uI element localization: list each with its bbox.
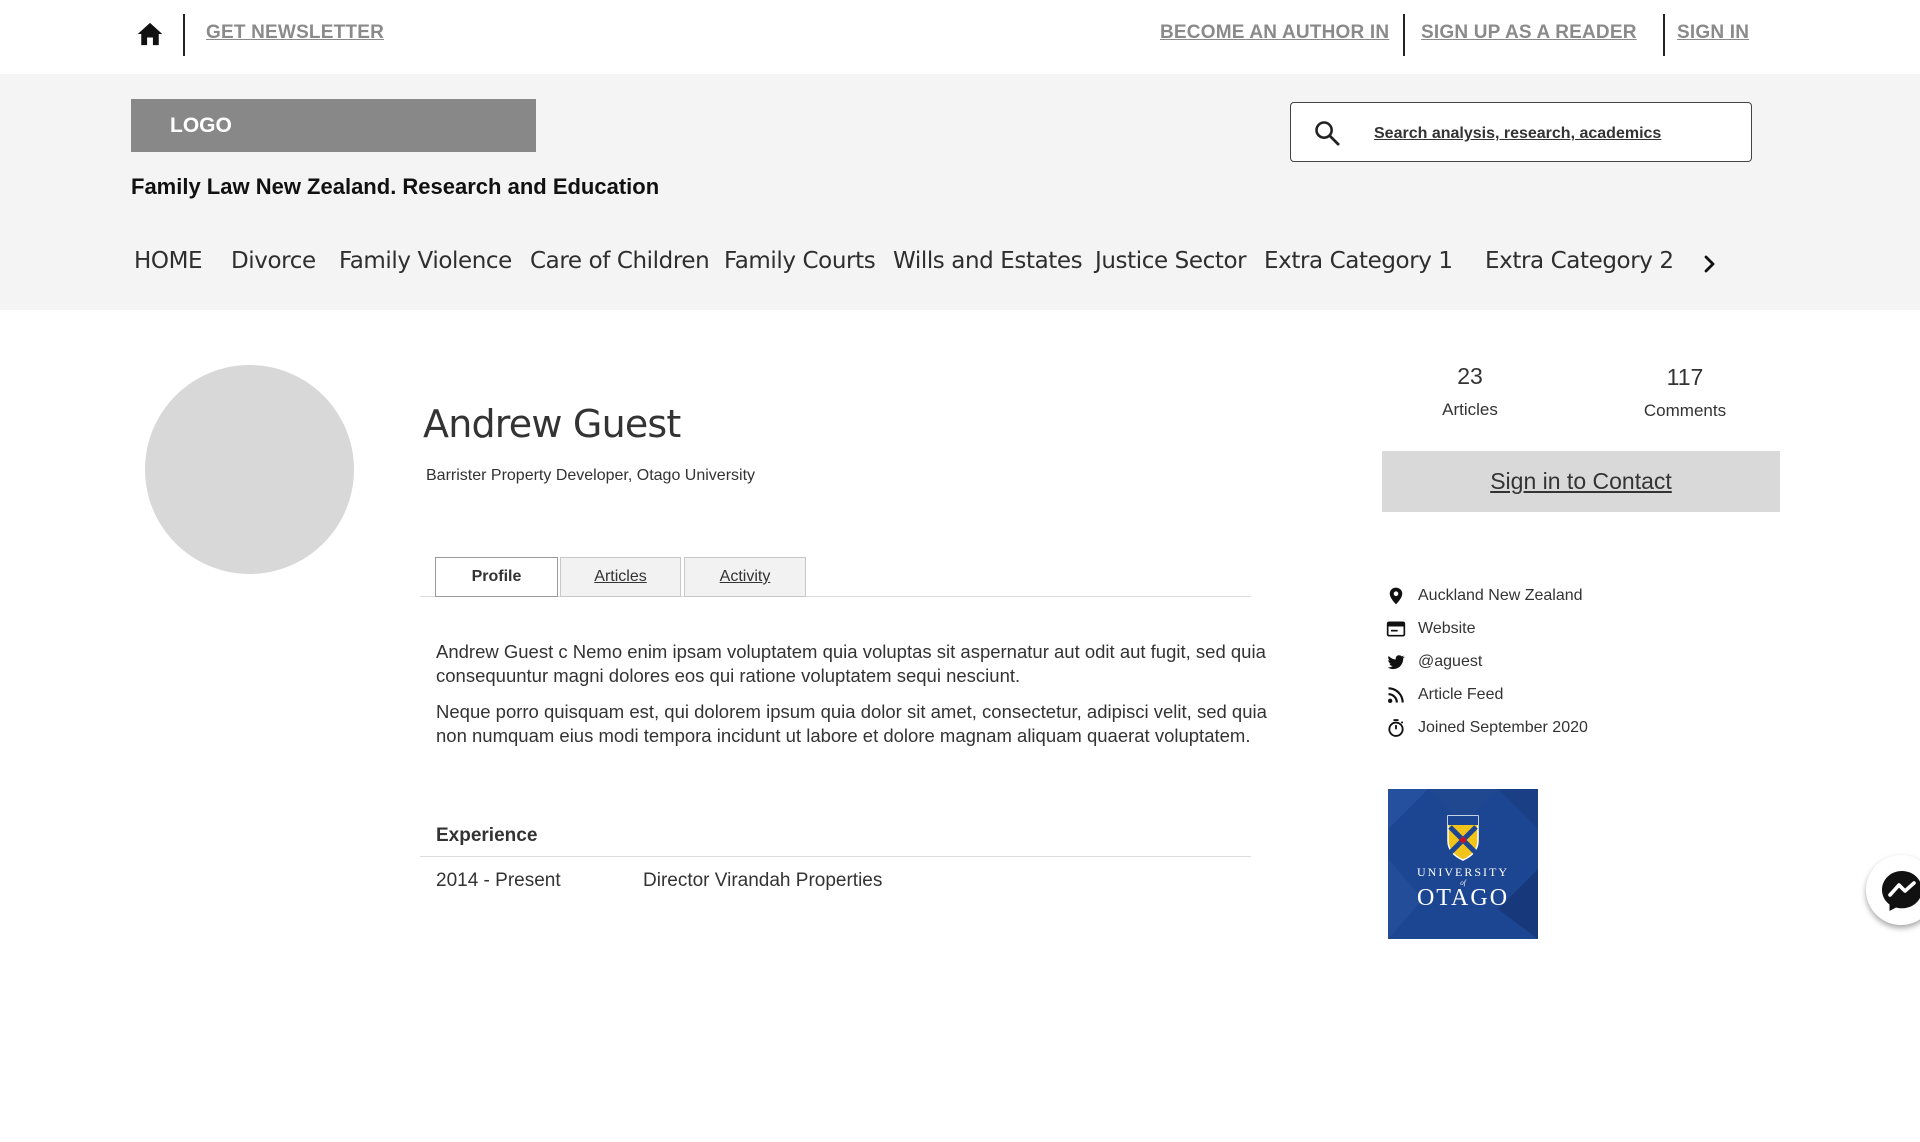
meta-feed-text[interactable]: Article Feed (1418, 686, 1503, 704)
search-icon[interactable] (1313, 119, 1341, 147)
site-logo[interactable]: LOGO (131, 99, 536, 152)
nav-item-extra-category-2[interactable]: Extra Category 2 (1485, 248, 1674, 274)
search-box[interactable]: Search analysis, research, academics (1290, 102, 1752, 162)
nav-item-family-violence[interactable]: Family Violence (339, 248, 512, 274)
nav-item-justice-sector[interactable]: Justice Sector (1095, 248, 1247, 274)
meta-twitter-text[interactable]: @aguest (1418, 653, 1482, 671)
meta-joined-text: Joined September 2020 (1418, 719, 1588, 736)
tab-articles[interactable]: Articles (560, 557, 681, 597)
profile-name: Andrew Guest (423, 402, 681, 446)
university-logo: UNIVERSITY of OTAGO (1388, 789, 1538, 939)
meta-location-text: Auckland New Zealand (1418, 587, 1583, 604)
tab-activity[interactable]: Activity (684, 557, 806, 597)
articles-stat[interactable]: 23 Articles (1390, 363, 1550, 420)
bio-paragraph: Neque porro quisquam est, qui dolorem ip… (436, 701, 1267, 746)
divider (1403, 14, 1405, 56)
nav-item-family-courts[interactable]: Family Courts (724, 248, 876, 274)
sign-in-to-contact-button[interactable]: Sign in to Contact (1382, 451, 1780, 512)
stopwatch-icon (1388, 719, 1404, 737)
sign-in-link[interactable]: SIGN IN (1677, 22, 1749, 44)
get-newsletter-link[interactable]: GET NEWSLETTER (206, 22, 384, 44)
comments-stat[interactable]: 117 Comments (1605, 364, 1765, 421)
articles-label: Articles (1442, 400, 1498, 419)
experience-role: Director Virandah Properties (643, 870, 883, 891)
profile-role: Barrister Property Developer, Otago Univ… (426, 467, 756, 484)
nav-item-care-of-children[interactable]: Care of Children (530, 248, 710, 274)
nav-item-divorce[interactable]: Divorce (231, 248, 316, 274)
comments-count: 117 (1666, 364, 1704, 390)
comments-label: Comments (1643, 401, 1727, 420)
experience-years: 2014 - Present (436, 870, 561, 891)
university-logo-line1: UNIVERSITY (1417, 865, 1509, 879)
bio-paragraph: Andrew Guest c Nemo enim ipsam voluptate… (436, 641, 1266, 686)
tab-profile[interactable]: Profile (435, 557, 558, 597)
nav-item-wills-and-estates[interactable]: Wills and Estates (893, 248, 1083, 274)
experience-heading: Experience (436, 825, 538, 846)
rss-icon (1388, 687, 1404, 703)
become-author-link[interactable]: BECOME AN AUTHOR IN (1160, 22, 1389, 44)
university-logo-line3: OTAGO (1416, 885, 1510, 911)
articles-count: 23 (1457, 363, 1483, 389)
browser-window-icon (1386, 621, 1406, 637)
meta-website-text[interactable]: Website (1418, 620, 1476, 638)
site-tagline: Family Law New Zealand. Research and Edu… (131, 174, 660, 199)
messenger-button[interactable] (1866, 855, 1920, 925)
university-crest-graphic (1388, 789, 1538, 939)
avatar (145, 365, 354, 574)
experience-divider (420, 856, 1251, 857)
nav-item-extra-category-1[interactable]: Extra Category 1 (1264, 248, 1453, 274)
site-header: LOGO Family Law New Zealand. Research an… (0, 74, 1920, 310)
top-utility-bar: GET NEWSLETTER BECOME AN AUTHOR IN SIGN … (0, 0, 1920, 74)
divider (183, 14, 185, 56)
search-input[interactable]: Search analysis, research, academics (1374, 125, 1661, 143)
messenger-icon (1882, 871, 1920, 911)
map-pin-icon (1389, 587, 1403, 605)
chevron-right-icon[interactable] (1700, 252, 1720, 276)
sign-up-reader-link[interactable]: SIGN UP AS A READER (1421, 22, 1637, 44)
nav-item-home[interactable]: HOME (134, 248, 203, 274)
divider (1663, 14, 1665, 56)
category-nav: HOME Divorce Family Violence Care of Chi… (0, 248, 1920, 282)
home-icon[interactable] (136, 20, 164, 48)
twitter-bird-icon (1387, 655, 1405, 670)
